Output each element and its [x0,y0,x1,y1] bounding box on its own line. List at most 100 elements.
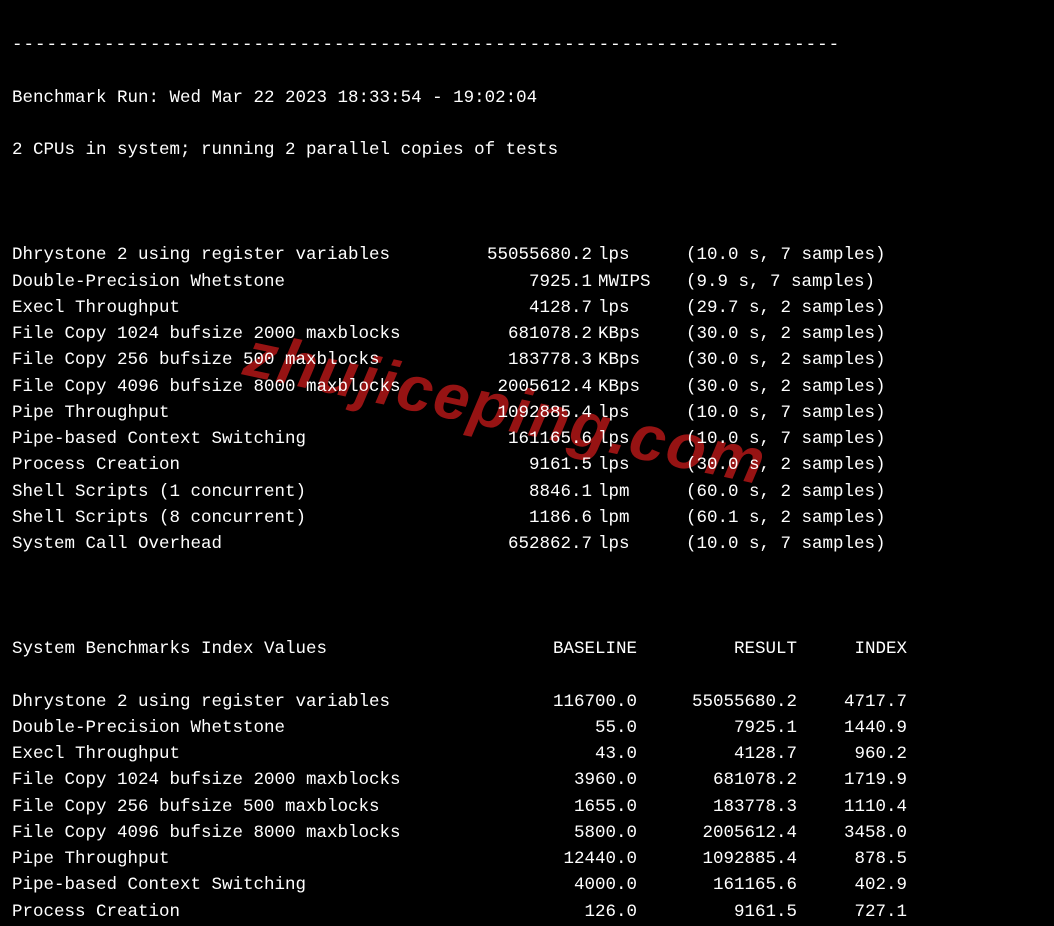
index-index: 1719.9 [797,767,907,793]
index-row: File Copy 256 bufsize 500 maxblocks1655.… [12,794,1042,820]
test-value: 9161.5 [442,452,592,478]
test-paren: (60.0 s, 2 samples) [668,479,986,505]
index-header-row: System Benchmarks Index Values BASELINE … [12,636,1042,662]
test-paren: (30.0 s, 2 samples) [668,374,986,400]
index-result: 55055680.2 [637,689,797,715]
test-unit: lps [592,452,668,478]
index-row: Process Creation126.09161.5727.1 [12,899,1042,925]
col-baseline: BASELINE [507,636,637,662]
index-baseline: 4000.0 [507,872,637,898]
index-row: File Copy 1024 bufsize 2000 maxblocks396… [12,767,1042,793]
index-index: 1440.9 [797,715,907,741]
index-name: File Copy 256 bufsize 500 maxblocks [12,794,507,820]
index-index: 4717.7 [797,689,907,715]
test-paren: (30.0 s, 2 samples) [668,321,986,347]
test-row: Double-Precision Whetstone7925.1MWIPS(9.… [12,269,1042,295]
index-index: 727.1 [797,899,907,925]
test-name: Pipe-based Context Switching [12,426,442,452]
test-name: System Call Overhead [12,531,442,557]
test-name: Execl Throughput [12,295,442,321]
col-index: INDEX [797,636,907,662]
test-unit: KBps [592,347,668,373]
test-value: 1092885.4 [442,400,592,426]
test-row: File Copy 4096 bufsize 8000 maxblocks200… [12,374,1042,400]
test-name: File Copy 256 bufsize 500 maxblocks [12,347,442,373]
test-unit: lps [592,426,668,452]
test-paren: (9.9 s, 7 samples) [668,269,986,295]
test-paren: (10.0 s, 7 samples) [668,426,986,452]
test-value: 55055680.2 [442,242,592,268]
test-row: Process Creation9161.5lps(30.0 s, 2 samp… [12,452,1042,478]
index-row: Execl Throughput43.04128.7960.2 [12,741,1042,767]
test-row: Shell Scripts (1 concurrent)8846.1lpm(60… [12,479,1042,505]
test-value: 4128.7 [442,295,592,321]
index-row: Double-Precision Whetstone55.07925.11440… [12,715,1042,741]
test-value: 2005612.4 [442,374,592,400]
index-result: 183778.3 [637,794,797,820]
test-paren: (10.0 s, 7 samples) [668,242,986,268]
test-value: 1186.6 [442,505,592,531]
test-row: System Call Overhead652862.7lps(10.0 s, … [12,531,1042,557]
test-value: 161165.6 [442,426,592,452]
test-unit: lps [592,242,668,268]
test-unit: lps [592,295,668,321]
test-name: Process Creation [12,452,442,478]
test-row: Pipe Throughput1092885.4lps(10.0 s, 7 sa… [12,400,1042,426]
test-name: Pipe Throughput [12,400,442,426]
terminal-output: ----------------------------------------… [0,0,1054,926]
index-row: Pipe Throughput12440.01092885.4878.5 [12,846,1042,872]
index-result: 161165.6 [637,872,797,898]
test-name: File Copy 4096 bufsize 8000 maxblocks [12,374,442,400]
test-unit: lps [592,531,668,557]
test-row: Dhrystone 2 using register variables5505… [12,242,1042,268]
index-row: File Copy 4096 bufsize 8000 maxblocks580… [12,820,1042,846]
index-name: File Copy 4096 bufsize 8000 maxblocks [12,820,507,846]
test-unit: KBps [592,321,668,347]
index-baseline: 126.0 [507,899,637,925]
index-row: Dhrystone 2 using register variables1167… [12,689,1042,715]
index-baseline: 43.0 [507,741,637,767]
index-result: 2005612.4 [637,820,797,846]
index-title: System Benchmarks Index Values [12,636,507,662]
test-row: File Copy 1024 bufsize 2000 maxblocks681… [12,321,1042,347]
test-name: Dhrystone 2 using register variables [12,242,442,268]
index-name: Dhrystone 2 using register variables [12,689,507,715]
col-result: RESULT [637,636,797,662]
test-value: 681078.2 [442,321,592,347]
test-row: Shell Scripts (8 concurrent)1186.6lpm(60… [12,505,1042,531]
index-baseline: 55.0 [507,715,637,741]
index-index: 878.5 [797,846,907,872]
index-index: 960.2 [797,741,907,767]
test-paren: (60.1 s, 2 samples) [668,505,986,531]
index-name: Pipe Throughput [12,846,507,872]
test-value: 183778.3 [442,347,592,373]
test-unit: MWIPS [592,269,668,295]
cpu-line: 2 CPUs in system; running 2 parallel cop… [12,137,1042,163]
dash-line: ----------------------------------------… [12,32,1042,58]
test-unit: lpm [592,505,668,531]
index-name: Double-Precision Whetstone [12,715,507,741]
index-result: 1092885.4 [637,846,797,872]
test-paren: (10.0 s, 7 samples) [668,531,986,557]
index-result: 681078.2 [637,767,797,793]
index-row: Pipe-based Context Switching4000.0161165… [12,872,1042,898]
test-name: Shell Scripts (1 concurrent) [12,479,442,505]
test-unit: lpm [592,479,668,505]
index-baseline: 5800.0 [507,820,637,846]
test-name: Double-Precision Whetstone [12,269,442,295]
test-row: File Copy 256 bufsize 500 maxblocks18377… [12,347,1042,373]
test-paren: (10.0 s, 7 samples) [668,400,986,426]
index-index: 3458.0 [797,820,907,846]
test-value: 652862.7 [442,531,592,557]
test-value: 8846.1 [442,479,592,505]
index-baseline: 1655.0 [507,794,637,820]
test-paren: (30.0 s, 2 samples) [668,347,986,373]
index-result: 4128.7 [637,741,797,767]
test-unit: KBps [592,374,668,400]
index-baseline: 116700.0 [507,689,637,715]
test-name: Shell Scripts (8 concurrent) [12,505,442,531]
index-name: Execl Throughput [12,741,507,767]
test-name: File Copy 1024 bufsize 2000 maxblocks [12,321,442,347]
index-name: Pipe-based Context Switching [12,872,507,898]
index-baseline: 3960.0 [507,767,637,793]
